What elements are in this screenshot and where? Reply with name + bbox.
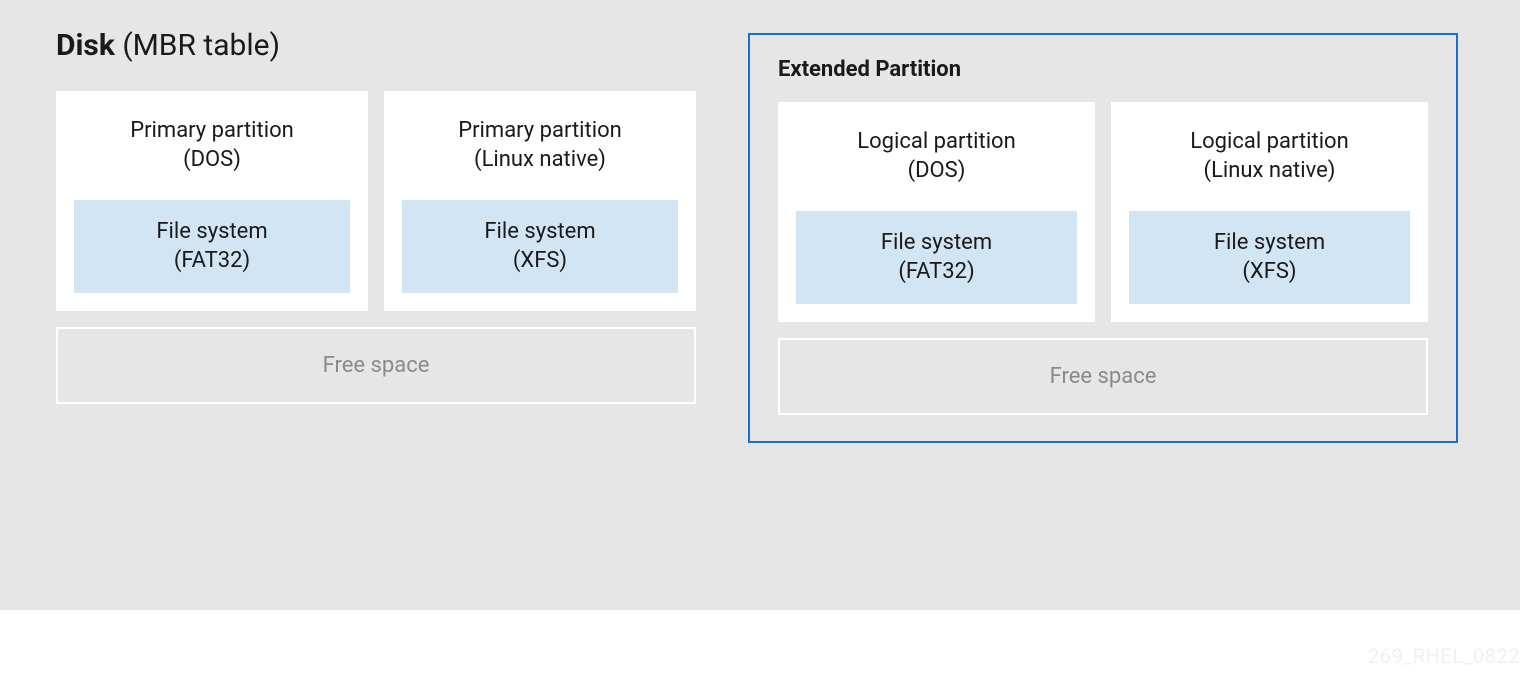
filesystem-box: File system (FAT32) xyxy=(796,211,1077,304)
partition-name: Primary partition xyxy=(402,117,678,146)
disk-title-bold: Disk xyxy=(56,28,115,63)
primary-free-space: Free space xyxy=(56,327,696,404)
extended-free-space: Free space xyxy=(778,338,1428,415)
primary-partition-row: Primary partition (DOS) File system (FAT… xyxy=(56,91,696,311)
filesystem-type: (FAT32) xyxy=(806,258,1067,287)
logical-partition-card: Logical partition (DOS) File system (FAT… xyxy=(778,102,1095,322)
filesystem-box: File system (XFS) xyxy=(1129,211,1410,304)
filesystem-type: (XFS) xyxy=(1139,258,1400,287)
filesystem-name: File system xyxy=(84,218,340,247)
filesystem-name: File system xyxy=(1139,229,1400,258)
logical-partition-card: Logical partition (Linux native) File sy… xyxy=(1111,102,1428,322)
extended-title: Extended Partition xyxy=(778,57,1428,82)
filesystem-box: File system (FAT32) xyxy=(74,200,350,293)
partition-type: (DOS) xyxy=(796,157,1077,186)
filesystem-box: File system (XFS) xyxy=(402,200,678,293)
partition-name: Logical partition xyxy=(1129,128,1410,157)
primary-column: Primary partition (DOS) File system (FAT… xyxy=(56,91,696,443)
partition-name: Logical partition xyxy=(796,128,1077,157)
watermark: 269_RHEL_0822 xyxy=(1368,644,1520,668)
diagram-canvas: Disk (MBR table) Primary partition (DOS)… xyxy=(0,0,1520,610)
logical-partition-row: Logical partition (DOS) File system (FAT… xyxy=(778,102,1428,322)
content-row: Primary partition (DOS) File system (FAT… xyxy=(56,91,1464,443)
primary-partition-card: Primary partition (DOS) File system (FAT… xyxy=(56,91,368,311)
filesystem-name: File system xyxy=(412,218,668,247)
filesystem-name: File system xyxy=(806,229,1067,258)
filesystem-type: (FAT32) xyxy=(84,247,340,276)
extended-partition-container: Extended Partition Logical partition (DO… xyxy=(748,33,1458,443)
primary-partition-card: Primary partition (Linux native) File sy… xyxy=(384,91,696,311)
partition-type: (Linux native) xyxy=(1129,157,1410,186)
partition-type: (DOS) xyxy=(74,146,350,175)
filesystem-type: (XFS) xyxy=(412,247,668,276)
partition-name: Primary partition xyxy=(74,117,350,146)
disk-title-rest: (MBR table) xyxy=(115,28,280,63)
partition-type: (Linux native) xyxy=(402,146,678,175)
